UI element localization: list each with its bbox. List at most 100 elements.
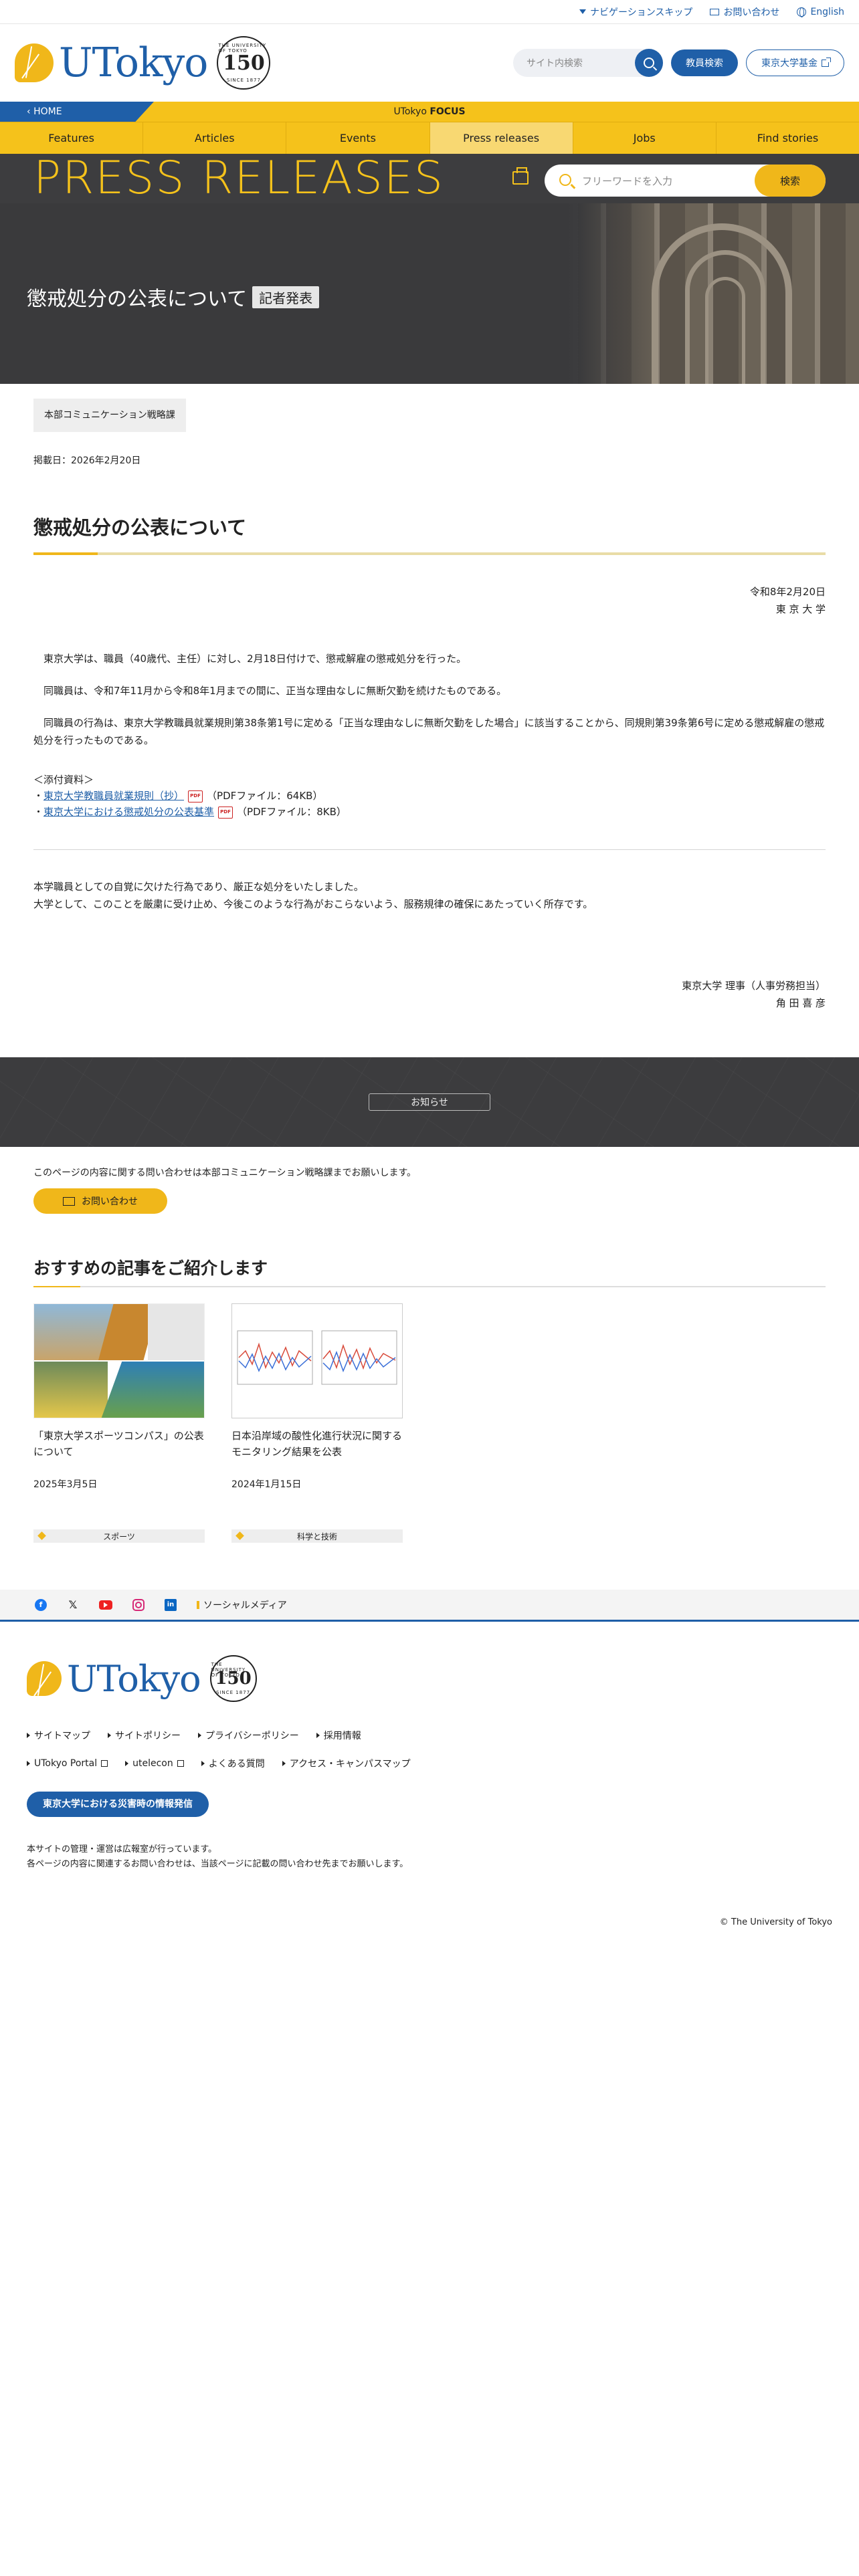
- divider: [33, 849, 826, 850]
- site-search-input[interactable]: サイト内検索: [513, 49, 663, 77]
- utokyo-fund-button[interactable]: 東京大学基金: [746, 49, 844, 76]
- article-card[interactable]: 日本沿岸域の酸性化進行状況に関するモニタリング結果を公表 2024年1月15日 …: [231, 1303, 403, 1543]
- dateline: 令和8年2月20日 東 京 大 学: [749, 586, 826, 615]
- external-link-icon: [101, 1760, 108, 1767]
- mail-icon: [63, 1196, 75, 1206]
- acidification-chart-thumbnail: [231, 1303, 403, 1418]
- nav-articles[interactable]: Articles: [143, 122, 287, 154]
- notice-band: お知らせ: [0, 1057, 859, 1147]
- facebook-icon[interactable]: f: [35, 1598, 47, 1611]
- contact-button[interactable]: お問い合わせ: [33, 1188, 167, 1214]
- skip-nav-link[interactable]: ナビゲーションスキップ: [579, 5, 692, 19]
- mascot-tile: [148, 1304, 204, 1360]
- english-link[interactable]: English: [797, 7, 844, 17]
- tag-icon: [37, 1531, 46, 1540]
- footer-note: 本サイトの管理・運営は広報室が行っています。 各ページの内容に関連するお問い合わ…: [27, 1844, 409, 1869]
- article-body: 本部コミュニケーション戦略課 掲載日：2026年2月20日 懲戒処分の公表につい…: [0, 384, 859, 1012]
- card-category[interactable]: 科学と技術: [231, 1529, 403, 1543]
- department-tag: 本部コミュニケーション戦略課: [33, 399, 186, 432]
- site-search-button[interactable]: [635, 49, 663, 77]
- card-title[interactable]: 「東京大学スポーツコンパス」の公表について: [33, 1428, 205, 1460]
- card-title[interactable]: 日本沿岸域の酸性化進行状況に関するモニタリング結果を公表: [231, 1428, 403, 1460]
- nav-features[interactable]: Features: [0, 122, 144, 154]
- printer-icon[interactable]: [512, 167, 529, 185]
- copyright: © The University of Tokyo: [719, 1917, 832, 1927]
- contact-block: このページの内容に関する問い合わせは本部コミュニケーション戦略課までお願いします…: [0, 1166, 859, 1214]
- heading-underline: [33, 1286, 826, 1287]
- paragraph-3: 同職員の行為は、東京大学教職員就業規則第38条第1号に定める「正当な理由なしに無…: [33, 717, 825, 746]
- footer-link-sitemap[interactable]: サイトマップ: [27, 1729, 90, 1742]
- ginkgo-logo-icon: [27, 1661, 62, 1696]
- nav-events[interactable]: Events: [286, 122, 430, 154]
- contact-text: このページの内容に関する問い合わせは本部コミュニケーション戦略課までお願いします…: [33, 1168, 417, 1178]
- chart-thumbnail-graphic: [237, 1330, 397, 1385]
- footer-link-recruit[interactable]: 採用情報: [316, 1729, 361, 1742]
- disaster-info-button[interactable]: 東京大学における災害時の情報発信: [27, 1792, 209, 1817]
- instagram-icon[interactable]: [132, 1598, 145, 1611]
- site-logo[interactable]: UTokyo: [59, 39, 208, 86]
- signature: 東京大学 理事（人事労務担当） 角 田 喜 彦: [682, 980, 826, 1009]
- footer-links: サイトマップ サイトポリシー プライバシーポリシー 採用情報 UTokyo Po…: [27, 1729, 442, 1770]
- pdf-icon: PDF: [218, 806, 233, 819]
- mail-icon: [710, 8, 720, 15]
- footer-link-faq[interactable]: よくある質問: [201, 1757, 265, 1770]
- paragraph-1: 東京大学は、職員（40歳代、主任）に対し、2月18日付けで、懲戒解雇の懲戒処分を…: [33, 653, 467, 665]
- triangle-down-icon: [579, 9, 586, 14]
- footer-link-portal[interactable]: UTokyo Portal: [27, 1757, 108, 1770]
- hero-banner: 懲戒処分の公表について 記者発表: [0, 203, 859, 384]
- photo-tile: [101, 1362, 204, 1418]
- card-date: 2025年3月5日: [33, 1479, 98, 1490]
- home-strip: ‹ HOME UTokyo FOCUS: [0, 102, 859, 122]
- published-date: 掲載日：2026年2月20日: [33, 455, 141, 466]
- x-icon[interactable]: 𝕏: [67, 1598, 79, 1611]
- closing-statement: 本学職員としての自覚に欠けた行為であり、厳正な処分をいたしました。 大学として、…: [33, 881, 593, 910]
- recommended-heading: おすすめの記事をご紹介します: [33, 1259, 268, 1278]
- footer-link-access[interactable]: アクセス・キャンパスマップ: [282, 1757, 411, 1770]
- attachment-2: ・東京大学における懲戒処分の公表基準 PDF （PDFファイル：8KB）: [33, 806, 347, 819]
- notice-label[interactable]: お知らせ: [369, 1093, 490, 1111]
- nav-find-stories[interactable]: Find stories: [717, 122, 859, 154]
- press-releases-title: PRESS RELEASES: [33, 152, 445, 205]
- attachment-1-link[interactable]: 東京大学教職員就業規則（抄）: [43, 790, 184, 802]
- press-conference-tag: 記者発表: [252, 286, 320, 308]
- footer-link-privacy[interactable]: プライバシーポリシー: [198, 1729, 299, 1742]
- attachments: ＜添付資料＞ ・東京大学教職員就業規則（抄） PDF （PDFファイル：64KB） …: [33, 772, 826, 820]
- social-bar: f 𝕏 in ソーシャルメディア: [0, 1590, 859, 1622]
- ginkgo-logo-icon[interactable]: [15, 43, 54, 82]
- anniversary-150-badge: THE UNIVERSITY OF TOKYO 150 SINCE 1877: [217, 36, 271, 90]
- arch-shape: [705, 277, 745, 384]
- main-nav: Features Articles Events Press releases …: [0, 122, 859, 154]
- home-link[interactable]: ‹ HOME: [0, 102, 154, 122]
- site-header: UTokyo THE UNIVERSITY OF TOKYO 150 SINCE…: [0, 24, 859, 102]
- utokyo-focus-label: UTokyo FOCUS: [393, 106, 466, 117]
- paragraph-2: 同職員は、令和7年11月から令和8年1月までの間に、正当な理由なしに無断欠勤を続…: [33, 685, 507, 697]
- article-card[interactable]: 「東京大学スポーツコンパス」の公表について 2025年3月5日 スポーツ: [33, 1303, 205, 1543]
- nav-press-releases[interactable]: Press releases: [430, 122, 573, 154]
- keyword-search-button[interactable]: 検索: [755, 165, 826, 197]
- faculty-search-button[interactable]: 教員検索: [671, 49, 738, 76]
- card-category[interactable]: スポーツ: [33, 1529, 205, 1543]
- footer-link-site-policy[interactable]: サイトポリシー: [108, 1729, 181, 1742]
- external-link-icon: [177, 1760, 184, 1767]
- recommended-section: おすすめの記事をご紹介します 「東京大学スポーツコンパス」の公表について 202…: [0, 1255, 859, 1543]
- search-icon: [559, 174, 571, 186]
- footer-link-utelecon[interactable]: utelecon: [125, 1757, 184, 1770]
- corridor-photo: [578, 203, 859, 384]
- title-underline: [33, 552, 826, 555]
- photo-tile: [34, 1362, 108, 1418]
- attachment-2-link[interactable]: 東京大学における懲戒処分の公表基準: [43, 806, 214, 818]
- card-date: 2024年1月15日: [231, 1479, 302, 1490]
- site-footer: UTokyo THE UNIVERSITY OF TOKYO 150 SINCE…: [0, 1655, 859, 1990]
- hero-title: 懲戒処分の公表について 記者発表: [27, 282, 320, 312]
- contact-link[interactable]: お問い合わせ: [710, 5, 779, 19]
- pdf-icon: PDF: [188, 790, 203, 802]
- nav-jobs[interactable]: Jobs: [573, 122, 717, 154]
- keyword-search-input[interactable]: フリーワードを入力 検索: [545, 165, 826, 197]
- youtube-icon[interactable]: [99, 1600, 112, 1610]
- press-releases-bar: PRESS RELEASES フリーワードを入力 検索: [0, 154, 859, 203]
- sports-compass-thumbnail: [33, 1303, 205, 1418]
- search-icon: [644, 58, 654, 68]
- footer-logo[interactable]: UTokyo THE UNIVERSITY OF TOKYO 150 SINCE…: [27, 1655, 832, 1702]
- tag-icon: [235, 1531, 244, 1540]
- linkedin-icon[interactable]: in: [165, 1598, 177, 1611]
